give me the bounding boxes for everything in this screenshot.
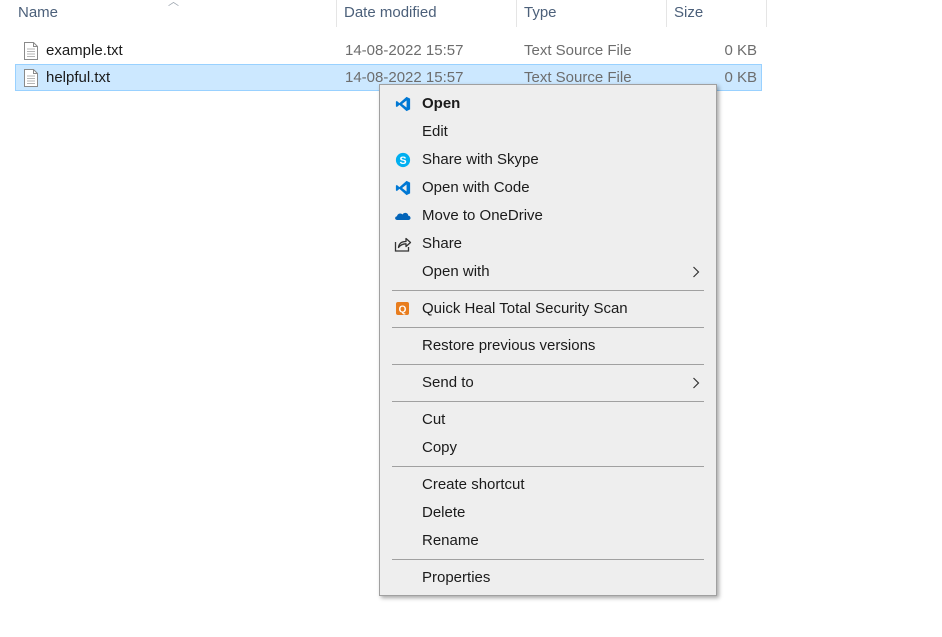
onedrive-icon	[395, 212, 411, 220]
file-size: 0 KB	[724, 42, 757, 59]
menu-item-label: Share with Skype	[422, 151, 539, 168]
menu-separator	[392, 466, 704, 467]
text-file-icon	[24, 42, 38, 60]
menu-item-move-to-onedrive[interactable]: Move to OneDrive	[382, 202, 714, 230]
file-type: Text Source File	[524, 42, 632, 59]
menu-item-label: Properties	[422, 569, 491, 586]
menu-item-quick-heal-scan[interactable]: Q Quick Heal Total Security Scan	[382, 295, 714, 323]
menu-item-label: Cut	[422, 411, 446, 428]
quick-heal-icon: Q	[396, 302, 409, 316]
column-header-date[interactable]: Date modified	[336, 0, 516, 27]
menu-separator	[392, 559, 704, 560]
menu-item-open-with[interactable]: Open with	[382, 258, 714, 286]
svg-text:S: S	[399, 155, 406, 167]
file-size: 0 KB	[724, 69, 757, 86]
text-file-icon	[24, 69, 38, 87]
menu-item-label: Share	[422, 235, 463, 252]
menu-item-label: Move to OneDrive	[422, 207, 543, 224]
menu-separator	[392, 290, 704, 291]
menu-item-copy[interactable]: Copy	[382, 434, 714, 462]
menu-item-open[interactable]: Open	[382, 90, 714, 118]
menu-item-label: Open with	[422, 263, 490, 280]
menu-item-label: Copy	[422, 439, 458, 456]
menu-item-open-with-code[interactable]: Open with Code	[382, 174, 714, 202]
column-header-size[interactable]: Size	[666, 0, 766, 27]
column-header-name[interactable]: Name	[10, 0, 336, 27]
svg-text:Q: Q	[399, 305, 407, 316]
menu-item-label: Delete	[422, 504, 466, 521]
share-icon	[394, 237, 412, 252]
menu-item-rename[interactable]: Rename	[382, 527, 714, 555]
menu-separator	[392, 364, 704, 365]
menu-item-label: Create shortcut	[422, 476, 525, 493]
menu-item-label: Quick Heal Total Security Scan	[422, 300, 628, 317]
menu-item-edit[interactable]: Edit	[382, 118, 714, 146]
context-menu: Open Edit S Share with Skype Open with C…	[379, 84, 717, 596]
menu-item-label: Send to	[422, 374, 474, 391]
menu-separator	[392, 401, 704, 402]
column-header-type[interactable]: Type	[516, 0, 666, 27]
file-name: example.txt	[46, 42, 123, 59]
menu-item-label: Rename	[422, 532, 479, 549]
menu-item-restore-previous-versions[interactable]: Restore previous versions	[382, 332, 714, 360]
menu-item-properties[interactable]: Properties	[382, 564, 714, 592]
file-name: helpful.txt	[46, 69, 111, 86]
menu-item-label: Open with Code	[422, 179, 530, 196]
vscode-icon	[395, 96, 411, 112]
vscode-icon	[395, 180, 411, 196]
menu-item-create-shortcut[interactable]: Create shortcut	[382, 471, 714, 499]
menu-item-cut[interactable]: Cut	[382, 406, 714, 434]
menu-item-delete[interactable]: Delete	[382, 499, 714, 527]
column-divider[interactable]	[766, 0, 767, 27]
menu-item-label: Restore previous versions	[422, 337, 596, 354]
file-row[interactable]: example.txt 14-08-2022 15:57 Text Source…	[15, 37, 762, 64]
chevron-right-icon	[693, 266, 700, 278]
menu-item-label: Edit	[422, 123, 448, 140]
menu-item-share-with-skype[interactable]: S Share with Skype	[382, 146, 714, 174]
column-header-bar: ︿ Name Date modified Type Size	[0, 0, 767, 28]
menu-item-label: Open	[422, 95, 461, 112]
chevron-right-icon	[693, 377, 700, 389]
menu-item-share[interactable]: Share	[382, 230, 714, 258]
skype-icon: S	[395, 152, 411, 168]
menu-separator	[392, 327, 704, 328]
file-date-modified: 14-08-2022 15:57	[345, 42, 464, 59]
menu-item-send-to[interactable]: Send to	[382, 369, 714, 397]
